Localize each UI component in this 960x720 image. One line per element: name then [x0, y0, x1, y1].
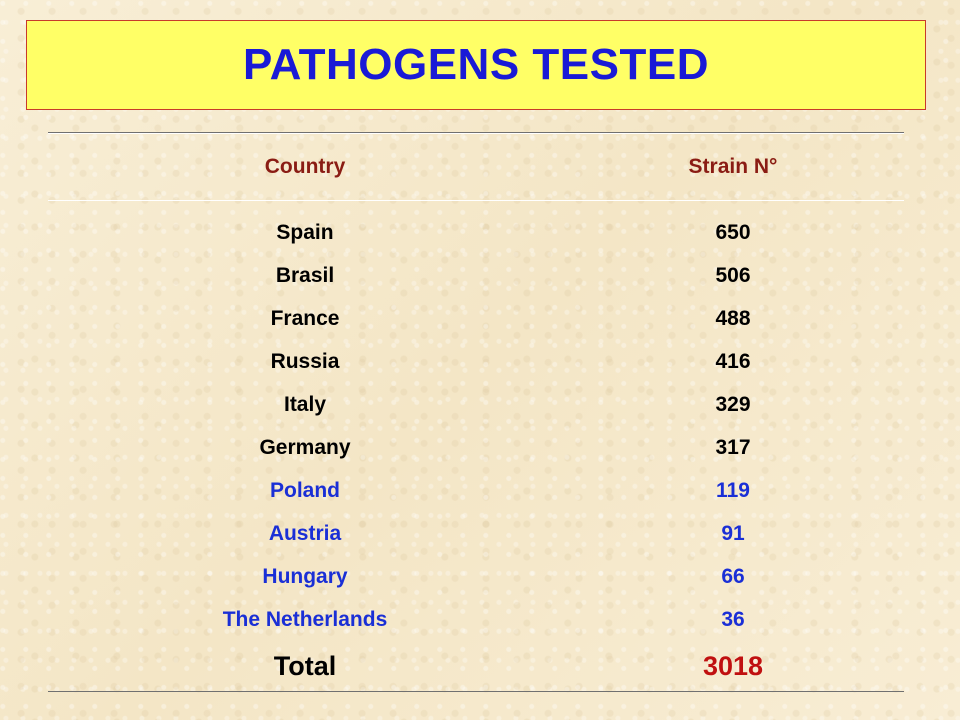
page-title: PATHOGENS TESTED [243, 40, 709, 89]
country-cell: Russia [270, 349, 340, 373]
strain-cell: 119 [716, 478, 750, 502]
country-cell: The Netherlands [222, 607, 388, 631]
strain-table: Country Strain N° Spain 650 Brasil 506 F… [48, 132, 904, 692]
table-row: France 488 [48, 297, 904, 340]
table-row: Austria 91 [48, 512, 904, 555]
header-strain: Strain N° [688, 155, 778, 178]
table-row: Hungary 66 [48, 555, 904, 598]
table-header-row: Country Strain N° [48, 134, 904, 200]
country-cell: Brasil [275, 263, 335, 287]
strain-cell: 66 [721, 564, 745, 588]
total-label: Total [273, 650, 337, 681]
slide: { "title": "PATHOGENS TESTED", "table": … [0, 0, 960, 720]
total-value: 3018 [702, 650, 764, 681]
strain-cell: 91 [721, 521, 745, 545]
title-banner: PATHOGENS TESTED [26, 20, 926, 110]
header-country: Country [264, 155, 346, 178]
strain-cell: 36 [721, 607, 745, 631]
table-bottom-rule [48, 691, 904, 692]
table-row: Russia 416 [48, 340, 904, 383]
table-row: Spain 650 [48, 211, 904, 254]
country-cell: France [270, 306, 340, 330]
table-row: The Netherlands 36 [48, 598, 904, 641]
table-row: Germany 317 [48, 426, 904, 469]
country-cell: Hungary [262, 564, 348, 588]
strain-cell: 329 [715, 392, 751, 416]
strain-cell: 416 [715, 349, 751, 373]
country-cell: Poland [269, 478, 340, 502]
country-cell: Austria [268, 521, 342, 545]
country-cell: Italy [283, 392, 327, 416]
strain-cell: 650 [715, 220, 751, 244]
strain-cell: 317 [715, 435, 751, 459]
table-row: Brasil 506 [48, 254, 904, 297]
country-cell: Germany [259, 435, 351, 459]
strain-cell: 506 [715, 263, 751, 287]
country-cell: Spain [276, 220, 334, 244]
table-row: Italy 329 [48, 383, 904, 426]
table-row: Poland 119 [48, 469, 904, 512]
total-row: Total 3018 [48, 641, 904, 691]
strain-cell: 488 [715, 306, 751, 330]
